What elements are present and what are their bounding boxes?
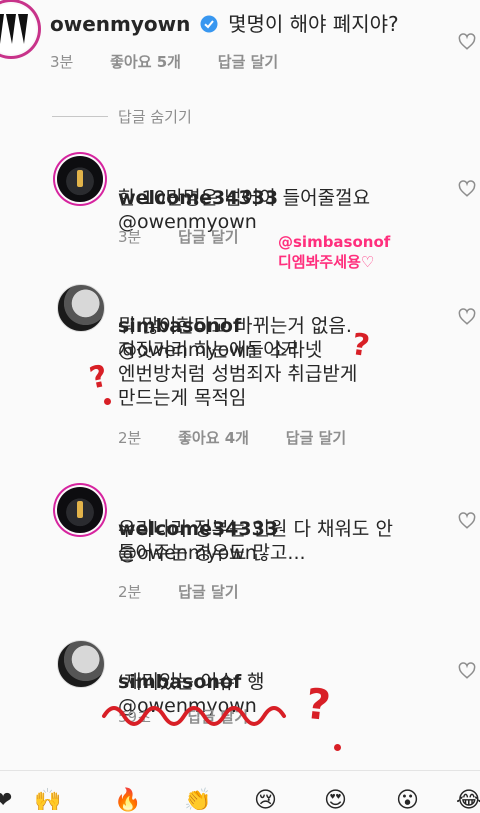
comment-1-reply-button[interactable]: 답글 달기 xyxy=(178,228,238,246)
post-header: owenmyown 몇명이 해야 폐지야? xyxy=(50,11,399,37)
comment-1-meta: 3분 답글 달기 xyxy=(118,226,271,247)
laughing-face-emoji-icon[interactable]: 😂 xyxy=(456,788,480,813)
heart-outline-icon[interactable] xyxy=(458,180,476,198)
raised-hands-emoji-icon[interactable]: 🙌 xyxy=(34,788,61,813)
heart-outline-icon[interactable] xyxy=(458,33,476,51)
red-question-mark-icon: ? xyxy=(349,326,372,365)
post-meta: 3분 좋아요 5개 답글 달기 xyxy=(50,51,310,72)
annotation-note: @simbasonof 디엠봐주세용♡ xyxy=(278,232,390,272)
heart-outline-icon[interactable] xyxy=(458,308,476,326)
smiling-face-emoji-icon[interactable]: 😍 xyxy=(324,788,347,813)
hide-replies-button[interactable]: 답글 숨기기 xyxy=(118,106,192,127)
red-dot-icon xyxy=(334,744,341,751)
welcome34333-avatar[interactable] xyxy=(57,156,103,202)
post-reply-button[interactable]: 답글 달기 xyxy=(218,53,278,71)
comment-2-reply-button[interactable]: 답글 달기 xyxy=(286,429,346,447)
red-dot-icon xyxy=(104,398,111,405)
annotation-mention: @simbasonof xyxy=(278,233,391,251)
clap-emoji-icon[interactable]: 👏 xyxy=(184,788,211,813)
comment-2-time: 2분 xyxy=(118,429,142,447)
hide-replies-line xyxy=(52,116,108,117)
comment-3-meta: 2분 답글 달기 xyxy=(118,581,271,602)
surprised-face-emoji-icon[interactable]: 😮 xyxy=(396,788,419,813)
comment-3-reply-button[interactable]: 답글 달기 xyxy=(178,583,238,601)
comment-2-meta: 2분 좋아요 4개 답글 달기 xyxy=(118,427,378,448)
red-question-mark-icon: ? xyxy=(86,358,111,397)
comment-1-text: 한 10만명은 넘어야 들어줄껄요 xyxy=(118,187,371,209)
verified-badge-icon xyxy=(200,15,218,33)
simbasonof-avatar[interactable] xyxy=(57,284,105,332)
heart-outline-icon[interactable] xyxy=(458,512,476,530)
red-question-mark-icon: ? xyxy=(303,678,333,731)
simbasonof-avatar[interactable] xyxy=(57,640,105,688)
owenmyown-avatar[interactable] xyxy=(0,4,36,54)
post-text: 몇명이 해야 폐지야? xyxy=(228,12,399,36)
annotation-text: 디엠봐주세용♡ xyxy=(278,253,375,271)
comment-4-text: ‘재미있는 이슈’ 행 xyxy=(118,671,265,693)
heart-emoji-icon[interactable]: ❤ xyxy=(0,788,12,813)
comment-3-time: 2분 xyxy=(118,583,142,601)
post-likes[interactable]: 좋아요 5개 xyxy=(110,53,181,71)
crying-face-emoji-icon[interactable]: 😢 xyxy=(254,788,277,813)
comment-2-text: 뭐 많이한다고 바뀌는거 없음. 저짓거리 하는애들 소라넷 엔번방처럼 성범죄… xyxy=(118,315,358,409)
comment-2-likes[interactable]: 좋아요 4개 xyxy=(178,429,249,447)
heart-outline-icon[interactable] xyxy=(458,662,476,680)
logo-icon xyxy=(0,14,28,44)
post-username[interactable]: owenmyown xyxy=(50,12,190,36)
fire-emoji-icon[interactable]: 🔥 xyxy=(114,788,141,813)
comment-1-time: 3분 xyxy=(118,228,142,246)
red-squiggle-icon xyxy=(102,706,286,726)
post-time: 3분 xyxy=(50,53,74,71)
comment-3-text: 우리나라 정부는 인원 다 채워도 안 들어주는 경우도 많고... xyxy=(118,518,393,564)
welcome34333-avatar[interactable] xyxy=(57,487,103,533)
